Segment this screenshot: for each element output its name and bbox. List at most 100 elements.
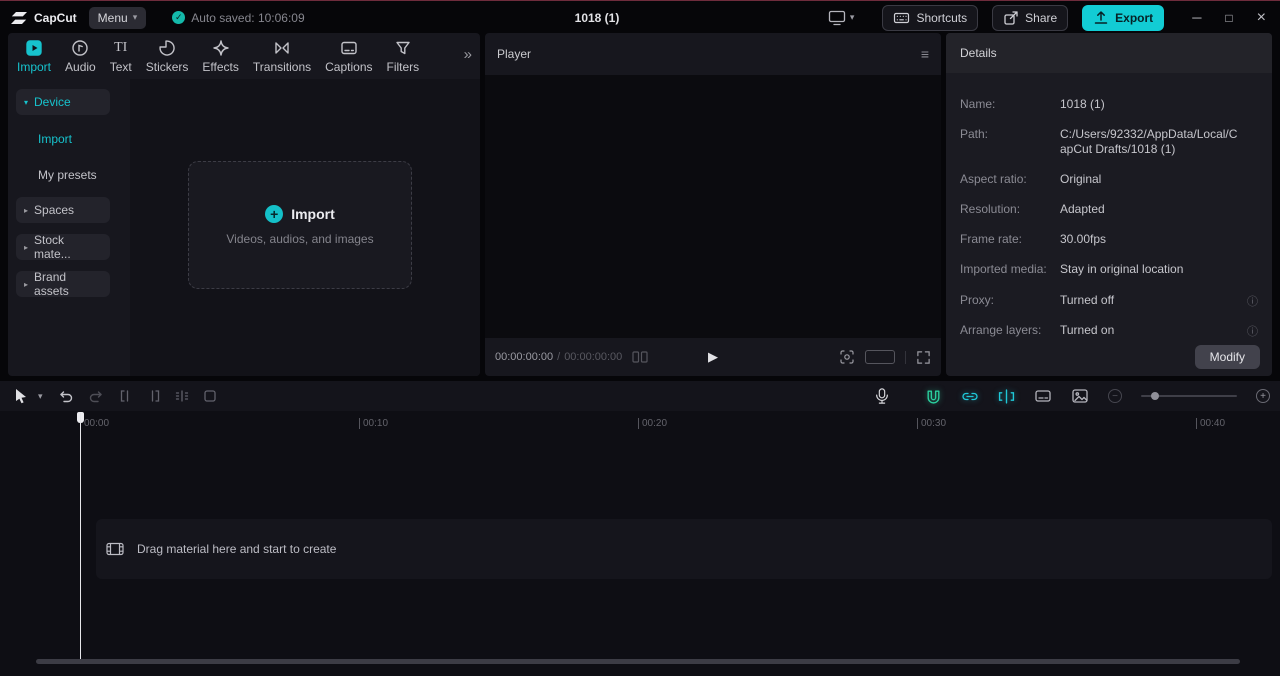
info-icon[interactable]: ⓘ <box>1247 323 1258 339</box>
redo-icon[interactable] <box>88 389 105 404</box>
playhead[interactable] <box>80 413 81 661</box>
modify-button[interactable]: Modify <box>1194 345 1260 369</box>
mic-icon[interactable] <box>874 387 890 405</box>
sidebar-item-my-presets[interactable]: My presets <box>16 165 122 185</box>
shortcuts-button[interactable]: Shortcuts <box>882 4 979 31</box>
timeline-toolbar-left: ▾ <box>0 388 217 404</box>
timeline-scrollbar[interactable] <box>36 659 1240 664</box>
media-body: ▾ Device Import My presets ▸ Spaces ▸ St… <box>8 79 480 376</box>
import-button[interactable]: + Import <box>265 204 335 223</box>
tab-stickers[interactable]: Stickers <box>139 38 196 74</box>
player-menu-icon[interactable]: ≡ <box>921 46 929 62</box>
play-button[interactable]: ▶ <box>708 349 718 365</box>
triangle-down-icon: ▾ <box>24 97 29 107</box>
transitions-tab-icon <box>275 42 289 54</box>
caret-down-icon: ▾ <box>132 12 138 22</box>
timeline-ruler[interactable]: 00:00 00:10 00:20 00:30 00:40 <box>0 411 1280 437</box>
window-controls: ─ □ × <box>1192 9 1270 27</box>
zoom-slider-handle[interactable] <box>1151 392 1159 400</box>
details-panel: Details Name: 1018 (1) Path: C:/Users/92… <box>946 33 1272 376</box>
triangle-right-icon: ▸ <box>24 242 29 252</box>
maximize-button[interactable]: □ <box>1225 11 1232 25</box>
timeline-toolbar-right: − + <box>874 381 1270 411</box>
captions-toggle-icon[interactable] <box>1034 388 1052 404</box>
tab-audio[interactable]: Audio <box>58 38 103 74</box>
detail-row-name: Name: 1018 (1) <box>960 97 1105 111</box>
sidebar-item-import[interactable]: Import <box>16 129 122 149</box>
grid-icon[interactable] <box>632 350 648 364</box>
sidebar-item-spaces[interactable]: ▸ Spaces <box>16 197 110 223</box>
film-icon <box>106 542 124 556</box>
autosave-status: ✓ Auto saved: 10:06:09 <box>172 10 305 25</box>
detail-row-arrange-layers: Arrange layers: Turned on ⓘ <box>960 323 1258 338</box>
focus-icon[interactable] <box>839 349 855 365</box>
time-separator: / <box>557 351 561 363</box>
ruler-mark: 00:00 <box>80 418 109 429</box>
detail-row-aspect-ratio: Aspect ratio: Original <box>960 172 1102 186</box>
keyboard-icon <box>894 12 910 23</box>
tab-effects[interactable]: Effects <box>195 38 245 74</box>
tab-filters[interactable]: Filters <box>380 38 427 74</box>
total-time: 00:00:00:00 <box>564 351 623 363</box>
display-mode-button[interactable]: ▾ <box>828 9 855 26</box>
details-title: Details <box>960 46 997 60</box>
tab-import[interactable]: Import <box>10 38 58 74</box>
plus-icon: + <box>265 204 284 223</box>
autosave-check-icon: ✓ <box>172 11 186 24</box>
player-controls: 00:00:00:00 / 00:00:00:00 ▶ <box>485 338 941 376</box>
tab-text[interactable]: TI Text <box>103 38 139 74</box>
player-title: Player <box>497 47 532 61</box>
info-icon[interactable]: ⓘ <box>1247 293 1258 309</box>
tool-caret-icon[interactable]: ▾ <box>38 391 43 402</box>
ratio-box[interactable] <box>865 350 895 364</box>
linkage-icon[interactable] <box>961 389 979 404</box>
detail-row-resolution: Resolution: Adapted <box>960 202 1105 216</box>
tab-transitions[interactable]: Transitions <box>246 38 318 74</box>
import-hint: Videos, audios, and images <box>226 231 374 246</box>
delete-right-icon[interactable] <box>147 389 161 403</box>
minimize-button[interactable]: ─ <box>1192 10 1201 25</box>
expand-tabs-button[interactable]: » <box>464 46 472 63</box>
monitor-icon <box>828 10 846 26</box>
stickers-tab-icon <box>159 40 175 56</box>
cover-icon[interactable] <box>1071 388 1089 404</box>
zoom-in-icon[interactable]: + <box>1256 389 1270 403</box>
export-button[interactable]: Export <box>1082 4 1165 31</box>
zoom-slider[interactable] <box>1141 392 1237 400</box>
timeline-dropzone[interactable]: Drag material here and start to create <box>96 519 1272 579</box>
share-button[interactable]: Share <box>992 4 1069 31</box>
timeline-empty-hint: Drag material here and start to create <box>137 542 337 556</box>
fullscreen-icon[interactable] <box>916 350 931 365</box>
tab-captions[interactable]: Captions <box>318 38 379 74</box>
triangle-right-icon: ▸ <box>24 205 29 215</box>
import-dropzone[interactable]: + Import Videos, audios, and images <box>188 161 412 289</box>
sidebar-item-brand-assets[interactable]: ▸ Brand assets <box>16 270 110 298</box>
detail-row-imported-media: Imported media: Stay in original locatio… <box>960 262 1184 276</box>
zoom-out-icon[interactable]: − <box>1108 389 1122 403</box>
media-panel: Import Audio TI Text Stickers Effects Tr… <box>8 33 480 376</box>
ruler-mark: 00:30 <box>917 418 946 429</box>
video-preview[interactable] <box>485 75 941 338</box>
select-tool-icon[interactable] <box>14 388 30 404</box>
menu-button[interactable]: Menu ▾ <box>88 6 147 29</box>
undo-icon[interactable] <box>57 389 74 404</box>
sidebar-item-device[interactable]: ▾ Device <box>16 89 110 115</box>
close-button[interactable]: × <box>1257 9 1266 27</box>
current-time: 00:00:00:00 <box>495 351 554 363</box>
main-track-magnet-icon[interactable] <box>925 389 942 404</box>
captions-tab-icon <box>341 41 357 55</box>
caret-down-icon: ▾ <box>849 12 855 22</box>
titlebar-right: ▾ Shortcuts Share Export ─ □ × <box>828 4 1270 31</box>
titlebar: CapCut Menu ▾ ✓ Auto saved: 10:06:09 101… <box>0 2 1280 33</box>
app-name: CapCut <box>34 10 77 25</box>
ruler-mark: 00:40 <box>1196 418 1225 429</box>
split-icon[interactable] <box>175 389 189 403</box>
delete-left-icon[interactable] <box>119 389 133 403</box>
sidebar-item-stock-materials[interactable]: ▸ Stock mate... <box>16 233 110 261</box>
player-controls-right <box>839 349 931 365</box>
delete-icon[interactable] <box>203 389 217 403</box>
autosave-text: Auto saved: 10:06:09 <box>191 10 305 25</box>
preview-axis-icon[interactable] <box>998 388 1015 404</box>
project-title: 1018 (1) <box>574 11 620 25</box>
detail-row-proxy: Proxy: Turned off ⓘ <box>960 293 1258 308</box>
